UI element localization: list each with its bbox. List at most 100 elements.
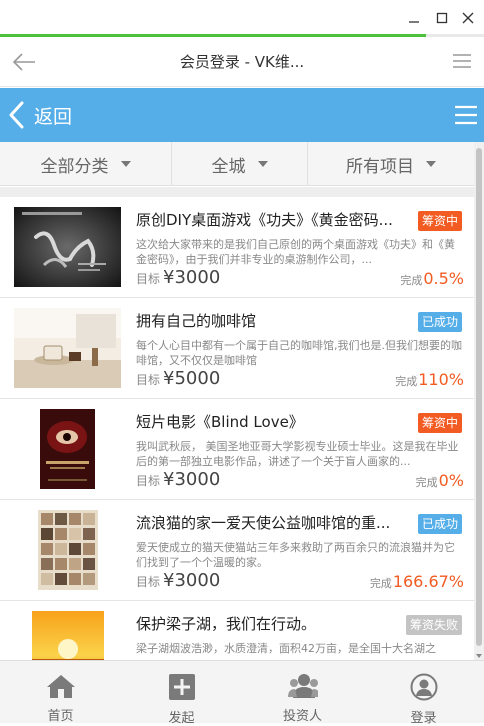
status-badge: 已成功 xyxy=(417,514,462,534)
divider xyxy=(0,187,474,197)
project-thumbnail xyxy=(14,510,121,590)
chevron-left-icon xyxy=(9,101,24,129)
minimize-icon xyxy=(409,21,419,23)
status-badge: 筹资中 xyxy=(417,413,462,433)
tab-launch-label: 发起 xyxy=(168,711,195,726)
project-title[interactable]: 短片电影《Blind Love》 xyxy=(136,411,411,432)
app-header: 返回 xyxy=(0,88,484,142)
close-button[interactable] xyxy=(456,6,480,30)
app-menu-button[interactable] xyxy=(454,104,478,126)
project-description: 这次给大家带来的是我们自己原创的两个桌面游戏《功夫》和《黄金密码》，由于我们并非… xyxy=(136,238,455,266)
project-description: 爱天使成立的猫天使猫站三年多来救助了两百余只的流浪猫并为它们找到了一个个温暖的家… xyxy=(136,541,455,569)
cat-collage-image xyxy=(14,510,121,590)
sunset-lake-image xyxy=(14,611,121,660)
project-description: 我叫武秋辰， 美国圣地亚哥大学影视专业硕士毕业。这是我在毕业后的第一部独立电影作… xyxy=(136,440,459,468)
filter-project[interactable]: 所有项目 xyxy=(308,142,474,186)
project-thumbnail xyxy=(14,611,121,660)
target-label: 目标 xyxy=(136,272,161,286)
tab-home[interactable]: 首页 xyxy=(0,661,121,724)
back-button[interactable]: 返回 xyxy=(8,100,96,130)
film-poster-image xyxy=(14,409,121,489)
minimize-button[interactable] xyxy=(402,6,426,30)
project-target: 目标 ¥3000 xyxy=(136,267,220,288)
target-label: 目标 xyxy=(136,474,161,488)
maximize-button[interactable] xyxy=(430,6,454,30)
project-target: 目标 ¥5000 xyxy=(136,368,220,389)
browser-back-button[interactable] xyxy=(10,49,38,75)
status-badge: 筹资失败 xyxy=(405,615,462,635)
status-badge: 已成功 xyxy=(417,312,462,332)
window-title-bar xyxy=(0,0,484,37)
target-label: 目标 xyxy=(136,575,161,589)
project-item[interactable]: 保护梁子湖，我们在行动。 筹资失败 梁子湖烟波浩渺，水质澄清，面积42万亩，是全… xyxy=(0,601,474,660)
status-badge: 筹资中 xyxy=(417,211,462,231)
tab-login[interactable]: 登录 xyxy=(363,661,484,726)
scroll-down-arrow-icon[interactable] xyxy=(476,654,482,658)
tab-login-label: 登录 xyxy=(410,711,437,726)
people-icon xyxy=(287,673,318,699)
done-percent: 166.67% xyxy=(392,572,464,591)
hamburger-icon xyxy=(455,105,477,125)
tab-home-label: 首页 xyxy=(47,709,74,724)
filter-city[interactable]: 全城 xyxy=(172,142,308,186)
tab-investors[interactable]: 投资人 xyxy=(242,661,363,724)
target-amount: ¥3000 xyxy=(163,570,221,591)
browser-menu-button[interactable] xyxy=(452,53,472,69)
project-title[interactable]: 保护梁子湖，我们在行动。 xyxy=(136,613,411,634)
scrollbar[interactable] xyxy=(474,142,484,660)
done-percent: 0.5% xyxy=(423,269,464,288)
user-icon xyxy=(409,673,439,701)
project-item[interactable]: 流浪猫的家一爱天使公益咖啡馆的重... 已成功 爱天使成立的猫天使猫站三年多来救… xyxy=(0,500,474,601)
scrollbar-thumb[interactable] xyxy=(476,148,482,646)
kungfu-poster-image xyxy=(14,207,121,287)
done-label: 完成 xyxy=(369,577,392,590)
target-label: 目标 xyxy=(136,373,161,387)
hamburger-icon xyxy=(453,54,471,68)
cafe-photo-image xyxy=(14,308,121,388)
done-label: 完成 xyxy=(400,274,423,287)
project-thumbnail xyxy=(14,207,121,287)
filter-city-label: 全城 xyxy=(211,156,246,177)
project-progress: 完成0.5% xyxy=(400,269,464,288)
done-label: 完成 xyxy=(415,476,438,489)
bottom-tab-bar: 首页 发起 投资人 登录 xyxy=(0,660,484,726)
project-description: 梁子湖烟波浩渺，水质澄清，面积42万亩，是全国十大名湖之 xyxy=(136,642,436,655)
project-title[interactable]: 拥有自己的咖啡馆 xyxy=(136,310,411,331)
filter-project-label: 所有项目 xyxy=(346,156,414,177)
caret-down-icon xyxy=(120,161,131,167)
project-target: 目标 ¥3000 xyxy=(136,469,220,490)
done-percent: 110% xyxy=(418,370,464,389)
project-item[interactable]: 原创DIY桌面游戏《功夫》《黄金密码... 筹资中 这次给大家带来的是我们自己原… xyxy=(0,197,474,298)
filter-category[interactable]: 全部分类 xyxy=(0,142,172,186)
home-icon xyxy=(46,673,76,699)
caret-down-icon xyxy=(257,161,268,167)
done-percent: 0% xyxy=(438,471,464,490)
project-thumbnail xyxy=(14,308,121,388)
tab-launch[interactable]: 发起 xyxy=(121,661,242,726)
project-description: 每个人心目中都有一个属于自己的咖啡馆,我们也是.但我们想要的咖啡馆，又不仅仅是咖… xyxy=(136,339,462,367)
tab-investors-label: 投资人 xyxy=(282,709,322,724)
plus-box-icon xyxy=(167,673,197,701)
caret-down-icon xyxy=(426,161,436,167)
project-title[interactable]: 原创DIY桌面游戏《功夫》《黄金密码... xyxy=(136,209,411,230)
project-progress: 完成166.67% xyxy=(370,572,464,591)
filter-category-label: 全部分类 xyxy=(40,156,109,177)
project-list: 原创DIY桌面游戏《功夫》《黄金密码... 筹资中 这次给大家带来的是我们自己原… xyxy=(0,197,474,660)
arrow-left-icon xyxy=(12,53,35,71)
back-label: 返回 xyxy=(34,105,73,128)
maximize-icon xyxy=(436,12,448,24)
target-amount: ¥3000 xyxy=(163,267,221,288)
done-label: 完成 xyxy=(395,375,418,388)
project-item[interactable]: 短片电影《Blind Love》 筹资中 我叫武秋辰， 美国圣地亚哥大学影视专业… xyxy=(0,399,474,500)
page-title: 会员登录 - VK维... xyxy=(179,53,305,71)
project-target: 目标 ¥3000 xyxy=(136,570,220,591)
target-amount: ¥5000 xyxy=(163,368,221,389)
filter-bar: 全部分类 全城 所有项目 xyxy=(0,142,474,186)
browser-title-bar: 会员登录 - VK维... xyxy=(0,37,484,87)
close-icon xyxy=(462,12,474,24)
project-thumbnail xyxy=(14,409,121,489)
project-item[interactable]: 拥有自己的咖啡馆 已成功 每个人心目中都有一个属于自己的咖啡馆,我们也是.但我们… xyxy=(0,298,474,399)
target-amount: ¥3000 xyxy=(163,469,221,490)
project-title[interactable]: 流浪猫的家一爱天使公益咖啡馆的重... xyxy=(136,512,411,533)
project-progress: 完成110% xyxy=(395,370,464,389)
